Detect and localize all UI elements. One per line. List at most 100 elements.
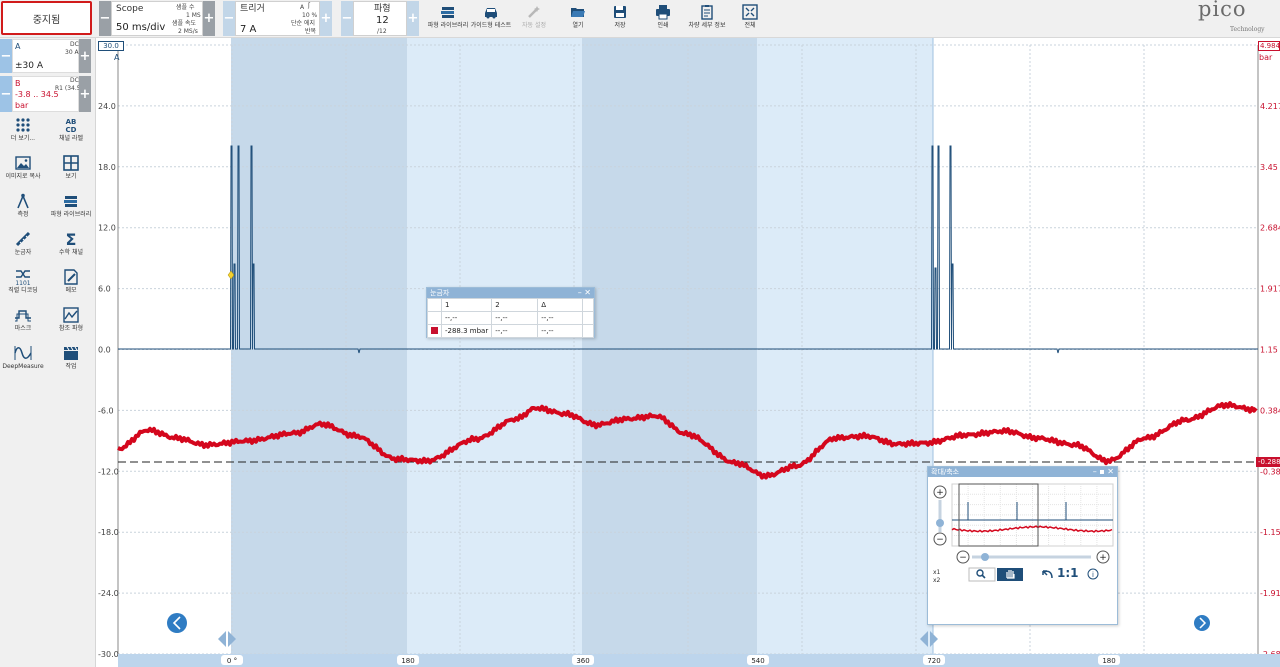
waveform-panel: 파형 12 /12 xyxy=(353,1,407,36)
notes-button[interactable]: 메모 xyxy=(48,268,94,304)
rising-edge-icon: ʃ xyxy=(308,2,311,9)
close-icon[interactable]: – ✕ xyxy=(578,288,591,298)
horizontal-zoom-slider[interactable] xyxy=(981,553,989,561)
auto-setup-button[interactable]: 자동 설정 xyxy=(516,1,552,37)
left-axis-tick-label: 12.0 xyxy=(98,224,116,233)
trigger-minus-button[interactable]: − xyxy=(223,1,235,36)
stop-start-button[interactable]: 중지됨 xyxy=(1,1,92,35)
guided-test-button[interactable]: 가이드형 테스트 xyxy=(470,1,512,37)
undo-zoom-icon[interactable] xyxy=(1042,570,1053,579)
zoom-overview: + − − + i xyxy=(933,483,1114,582)
table-header-row: 1 2 Δ xyxy=(427,298,594,312)
right-axis-top-badge[interactable]: 4.984 xyxy=(1258,41,1280,51)
trigger-channel: A xyxy=(300,4,305,11)
channel-labels-button[interactable]: AB CD 채널 라벨 xyxy=(48,116,94,152)
trigger-mode-type[interactable]: 단순 에지 xyxy=(291,21,315,27)
right-axis-tick-label: -1.916 xyxy=(1260,589,1280,598)
sigma-icon: Σ xyxy=(66,230,77,248)
rate-value: 2 MS/s xyxy=(178,28,198,35)
view-grid-icon xyxy=(63,155,79,171)
channel-a-range: ±30 A xyxy=(15,61,44,71)
timebase-value[interactable]: 50 ms/div xyxy=(116,23,165,33)
clipboard-icon xyxy=(701,5,713,20)
svg-text:Σ: Σ xyxy=(66,230,77,248)
rate-label: 샘플 속도 xyxy=(172,20,196,27)
reference-level-marker[interactable]: -0.288 xyxy=(1256,457,1280,467)
scope-panel: Scope 50 ms/div 샘플 수 1 MS 샘플 속도 2 MS/s xyxy=(111,1,203,36)
printer-icon xyxy=(656,5,670,20)
waveform-title: 파형 xyxy=(374,4,391,14)
zoom-window[interactable]: 확대/축소 – ▪ ✕ + − − + i x1 x2 1:1 xyxy=(927,466,1118,625)
left-axis-tick-label: 18.0 xyxy=(98,163,116,172)
channel-b-minus-button[interactable]: − xyxy=(0,76,12,112)
pan-tool-button[interactable] xyxy=(997,568,1023,581)
ruler-window[interactable]: 눈금자 – ✕ 1 2 Δ --,-- --,-- --,-- -288.3 m… xyxy=(426,287,595,338)
timebase-plus-button[interactable]: + xyxy=(203,1,215,36)
waveform-library-button[interactable]: 파형 라이브러리 xyxy=(428,1,468,37)
close-icon[interactable]: – ▪ ✕ xyxy=(1093,467,1114,477)
channel-a-plus-button[interactable]: + xyxy=(79,39,91,73)
save-button[interactable]: 저장 xyxy=(604,1,636,37)
channel-a-panel[interactable]: A DC 30 A ±30 A xyxy=(12,39,79,73)
floppy-icon xyxy=(614,6,626,18)
channel-b-plus-button[interactable]: + xyxy=(79,76,91,112)
serial-decoding-button[interactable]: 1101 직렬 디코딩 xyxy=(0,268,46,304)
deepmeasure-icon xyxy=(14,346,32,360)
image-icon xyxy=(15,156,31,170)
vertical-zoom-slider[interactable] xyxy=(936,519,944,527)
trigger-panel: 트리거 7 A A ʃ 10 % 단순 에지 반복 xyxy=(235,1,320,36)
print-button[interactable]: 인쇄 xyxy=(646,1,680,37)
scope-plot-area[interactable]: 24.0 18.0 12.0 6.0 0.0 -6.0 -12.0 -18.0 -24.0 -30… xyxy=(96,38,1280,667)
measurements-button[interactable]: 측정 xyxy=(0,192,46,228)
channel-b-unit: bar xyxy=(15,101,29,110)
view-button[interactable]: 보기 xyxy=(48,154,94,190)
reference-icon xyxy=(63,307,79,323)
reference-waveforms-button[interactable]: 참조 파형 xyxy=(48,306,94,342)
wand-icon xyxy=(528,6,540,18)
memo-icon xyxy=(64,269,78,285)
top-toolbar: 중지됨 − Scope 50 ms/div 샘플 수 1 MS 샘플 속도 2 … xyxy=(0,0,1280,38)
fullscreen-icon xyxy=(742,4,758,20)
waveform-next-button[interactable]: + xyxy=(407,1,419,36)
rulers-button[interactable]: 눈금자 xyxy=(0,230,46,266)
actions-button[interactable]: 작업 xyxy=(48,344,94,380)
left-axis-unit: A xyxy=(114,53,120,62)
samples-value[interactable]: 1 MS xyxy=(186,13,201,19)
math-channels-button[interactable]: Σ 수학 채널 xyxy=(48,230,94,266)
ruler-window-titlebar[interactable]: 눈금자 – ✕ xyxy=(427,288,594,298)
channel-a-minus-button[interactable]: − xyxy=(0,39,12,73)
vehicle-details-button[interactable]: 차량 세부 정보 xyxy=(684,1,730,37)
channel-b-panel[interactable]: B DC R1 (34.5 -3.8 .. 34.5 bar xyxy=(12,76,81,112)
open-button[interactable]: 열기 xyxy=(562,1,594,37)
masks-button[interactable]: 마스크 xyxy=(0,306,46,342)
svg-text:i: i xyxy=(1092,571,1094,579)
right-axis: 4.217 3.45 2.684 1.917 1.15 0.384 -0.383 -1.15 -… xyxy=(1260,102,1280,659)
timebase-minus-button[interactable]: − xyxy=(99,1,111,36)
books-icon xyxy=(64,196,77,207)
zoom-window-titlebar[interactable]: 확대/축소 – ▪ ✕ xyxy=(928,467,1117,477)
trigger-level[interactable]: 7 A xyxy=(240,25,256,35)
serial-icon: 1101 xyxy=(15,270,31,286)
waveform-library-tool-button[interactable]: 파형 라이브러리 xyxy=(48,192,94,228)
pico-logo: pico Technology xyxy=(1198,0,1265,33)
left-axis-top-badge[interactable]: 30.0 xyxy=(98,41,124,51)
waveform-prev-button[interactable]: − xyxy=(341,1,353,36)
trigger-plus-button[interactable]: + xyxy=(320,1,332,36)
left-axis-tick-label: 6.0 xyxy=(98,285,111,294)
right-axis-tick-label: 1.15 xyxy=(1260,346,1278,355)
deepmeasure-button[interactable]: DeepMeasure xyxy=(0,344,46,380)
fullscreen-button[interactable]: 전체 xyxy=(734,1,766,37)
scroll-left-button[interactable] xyxy=(167,613,187,633)
mask-icon xyxy=(15,310,31,322)
left-axis-tick-label: 24.0 xyxy=(98,102,116,111)
right-axis-tick-label: 1.917 xyxy=(1260,285,1280,294)
zoom-ratio-label[interactable]: 1:1 xyxy=(1057,566,1079,580)
waveform-current[interactable]: 12 xyxy=(376,16,389,26)
table-row: --,-- --,-- --,-- xyxy=(427,311,594,325)
right-axis-tick-label: -1.15 xyxy=(1260,528,1280,537)
zoom-x1-label: x1 xyxy=(933,569,941,576)
scroll-right-button[interactable] xyxy=(1194,615,1210,631)
more-tools-button[interactable]: 더 보기... xyxy=(0,116,46,152)
copy-as-image-button[interactable]: 이미지로 복사 xyxy=(0,154,46,190)
trigger-mode-repeat[interactable]: 반복 xyxy=(305,29,316,35)
